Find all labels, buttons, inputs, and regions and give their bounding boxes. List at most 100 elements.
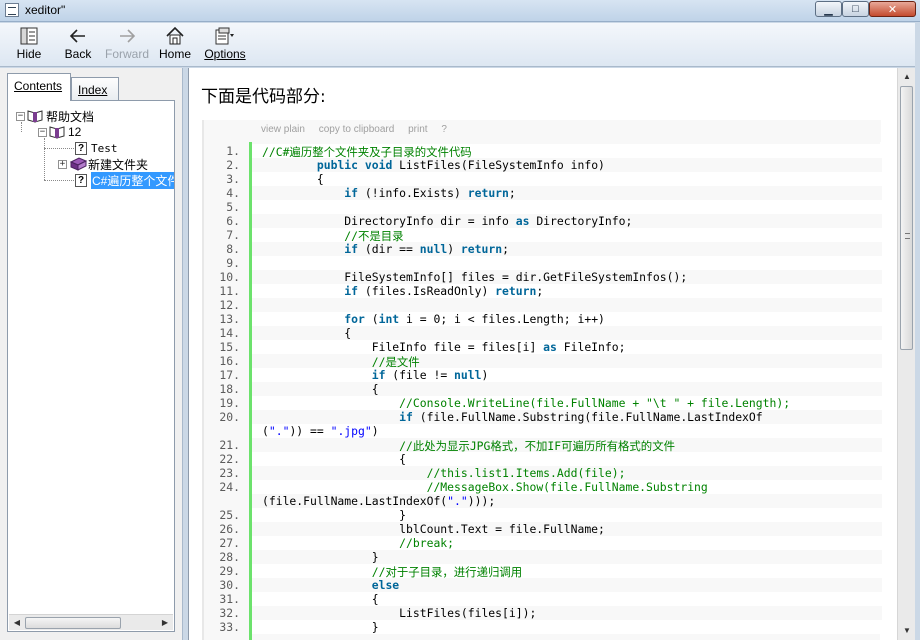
scroll-thumb[interactable] bbox=[900, 86, 913, 350]
code-line: 11. if (files.IsReadOnly) return; bbox=[204, 284, 882, 298]
code-line: 17. if (file != null) bbox=[204, 368, 882, 382]
tree-label-selected: C#遍历整个文件 bbox=[91, 171, 174, 189]
code-line: 22. { bbox=[204, 452, 882, 466]
code-line: 14. { bbox=[204, 326, 882, 340]
code-text: if (dir == null) return; bbox=[344, 242, 509, 256]
code-block: view plain copy to clipboard print ? 1. /… bbox=[202, 120, 882, 640]
code-line: 15. FileInfo file = files[i] as FileInfo… bbox=[204, 340, 882, 354]
line-number: 18. bbox=[219, 382, 240, 396]
line-number: 31. bbox=[219, 592, 240, 606]
code-text: DirectoryInfo dir = info as DirectoryInf… bbox=[262, 214, 633, 228]
tree-item-root[interactable]: − 帮助文档 bbox=[16, 108, 94, 124]
app-icon bbox=[5, 3, 19, 17]
collapse-icon[interactable]: − bbox=[16, 111, 25, 121]
code-line: 5. bbox=[204, 200, 882, 214]
tree-item-12[interactable]: − 12 bbox=[38, 124, 81, 140]
scroll-up-icon[interactable]: ▲ bbox=[901, 71, 913, 83]
line-number: 26. bbox=[219, 522, 240, 536]
copy-to-clipboard-link[interactable]: copy to clipboard bbox=[319, 124, 395, 135]
code-line: 26. lblCount.Text = file.FullName; bbox=[204, 522, 882, 536]
code-text: //break; bbox=[399, 536, 455, 550]
tab-contents[interactable]: Contents bbox=[7, 73, 71, 101]
code-line: 29. //对于子目录，进行递归调用 bbox=[204, 564, 882, 579]
tab-index[interactable]: Index bbox=[71, 77, 119, 100]
line-number: 33. bbox=[219, 620, 240, 634]
line-number: 29. bbox=[219, 564, 240, 578]
line-number: 23. bbox=[219, 466, 240, 480]
code-text: if (!info.Exists) return; bbox=[344, 186, 516, 200]
tree-item-test[interactable]: ? Test bbox=[74, 140, 118, 156]
code-line: 21. //此处为显示JPG格式，不加IF可遍历所有格式的文件 bbox=[204, 438, 882, 453]
line-number: 3. bbox=[226, 172, 240, 186]
home-button[interactable]: Home bbox=[158, 26, 192, 64]
forward-label: Forward bbox=[105, 47, 150, 61]
hide-button[interactable]: Hide bbox=[14, 26, 44, 64]
line-number: 14. bbox=[219, 326, 240, 340]
code-line: 10. FileSystemInfo[] files = dir.GetFile… bbox=[204, 270, 882, 284]
scroll-right-icon[interactable]: ▶ bbox=[159, 617, 171, 629]
line-number: 19. bbox=[219, 396, 240, 410]
code-line: (file.FullName.LastIndexOf("."))); bbox=[204, 494, 882, 508]
open-book-icon bbox=[27, 109, 43, 123]
line-number: 17. bbox=[219, 368, 240, 382]
code-line: 13. for (int i = 0; i < files.Length; i+… bbox=[204, 312, 882, 326]
code-text: { bbox=[262, 172, 324, 186]
line-number: 20. bbox=[219, 410, 240, 424]
maximize-button[interactable]: □ bbox=[842, 1, 869, 17]
scroll-left-icon[interactable]: ◀ bbox=[11, 617, 23, 629]
close-icon: ✕ bbox=[887, 3, 898, 16]
hide-label: Hide bbox=[16, 47, 42, 61]
home-icon bbox=[164, 26, 186, 46]
hide-pane-icon bbox=[18, 26, 40, 46]
code-line: 16. //是文件 bbox=[204, 354, 882, 369]
line-number: 32. bbox=[219, 606, 240, 620]
back-button[interactable]: Back bbox=[61, 26, 95, 64]
code-text: if (file.FullName.Substring(file.FullNam… bbox=[399, 410, 763, 424]
tree-horizontal-scrollbar[interactable]: ◀ ▶ bbox=[9, 614, 173, 630]
code-line: 31. { bbox=[204, 592, 882, 606]
home-label: Home bbox=[158, 47, 191, 61]
scroll-thumb[interactable] bbox=[25, 617, 121, 629]
collapse-icon[interactable]: − bbox=[38, 127, 47, 137]
expand-icon[interactable]: + bbox=[58, 159, 67, 169]
code-line: 9. bbox=[204, 256, 882, 270]
code-text: if (files.IsReadOnly) return; bbox=[344, 284, 544, 298]
code-text: { bbox=[262, 326, 352, 340]
tree-item-new-folder[interactable]: + 新建文件夹 bbox=[58, 156, 148, 172]
code-line: 4. if (!info.Exists) return; bbox=[204, 186, 882, 200]
options-button[interactable]: Options bbox=[204, 26, 246, 64]
code-text: (".")) == ".jpg") bbox=[262, 424, 379, 438]
code-toolbar: view plain copy to clipboard print ? bbox=[249, 120, 881, 142]
navigation-pane: Contents Index − 帮助文档 − 12 ? Test + 新建文件… bbox=[0, 68, 183, 640]
code-text: if (file != null) bbox=[371, 368, 489, 382]
tree-item-selected[interactable]: ? C#遍历整个文件 bbox=[74, 171, 174, 189]
code-line: 20. if (file.FullName.Substring(file.Ful… bbox=[204, 410, 882, 424]
line-number: 24. bbox=[219, 480, 240, 494]
code-text: for (int i = 0; i < files.Length; i++) bbox=[344, 312, 605, 326]
line-number: 12. bbox=[219, 298, 240, 312]
code-text: lblCount.Text = file.FullName; bbox=[262, 522, 605, 536]
minimize-button[interactable]: ▁ bbox=[815, 1, 842, 17]
code-line: 3. { bbox=[204, 172, 882, 186]
code-line: 24. //MessageBox.Show(file.FullName.Subs… bbox=[204, 480, 882, 494]
code-line: (".")) == ".jpg") bbox=[204, 424, 882, 438]
maximize-icon: □ bbox=[852, 3, 859, 15]
scroll-down-icon[interactable]: ▼ bbox=[901, 625, 913, 637]
view-plain-link[interactable]: view plain bbox=[261, 124, 305, 135]
code-line: 28. } bbox=[204, 550, 882, 564]
line-number: 21. bbox=[219, 438, 240, 452]
line-number: 4. bbox=[226, 186, 240, 200]
print-link[interactable]: print bbox=[408, 124, 427, 135]
code-line: 23. //this.list1.Items.Add(file); bbox=[204, 466, 882, 480]
help-topic-icon: ? bbox=[75, 141, 87, 155]
code-text: } bbox=[262, 620, 379, 634]
code-line: 1.//C#遍历整个文件夹及子目录的文件代码 bbox=[204, 144, 882, 159]
line-number: 9. bbox=[226, 256, 240, 270]
help-topic-icon: ? bbox=[75, 173, 87, 187]
forward-button[interactable]: Forward bbox=[105, 26, 149, 64]
content-vertical-scrollbar[interactable]: ▲ ▼ bbox=[897, 68, 915, 640]
title-bar: xeditor" ▁ □ ✕ bbox=[0, 0, 920, 22]
close-button[interactable]: ✕ bbox=[869, 1, 916, 17]
help-link[interactable]: ? bbox=[441, 124, 447, 135]
code-line: 12. bbox=[204, 298, 882, 312]
